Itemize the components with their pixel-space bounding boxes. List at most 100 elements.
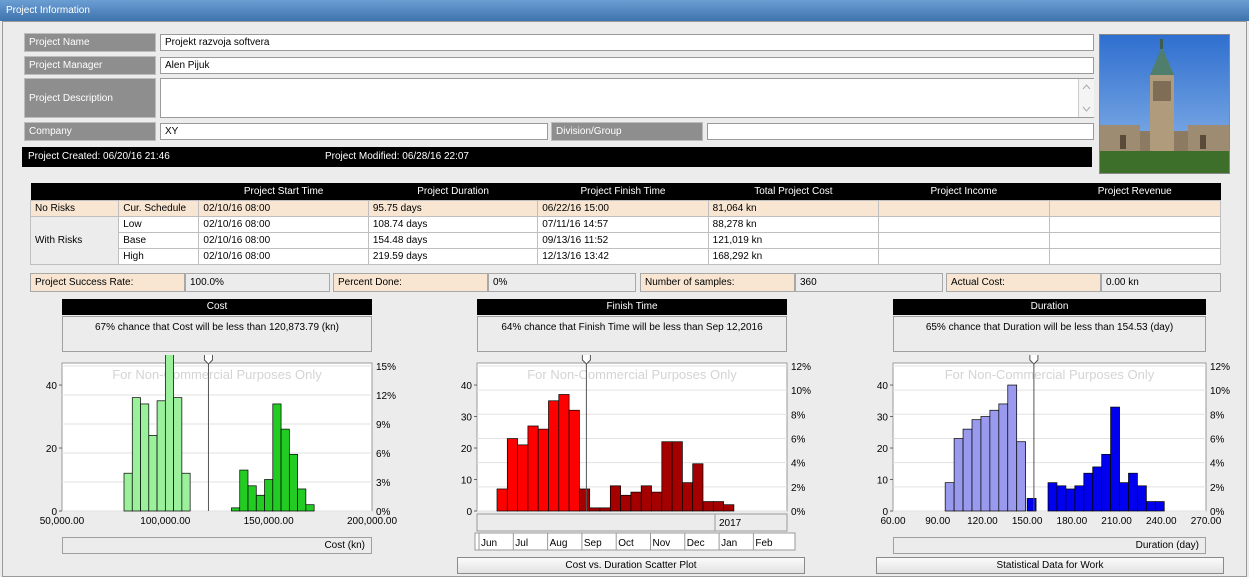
duration-chart-title: Duration — [893, 299, 1206, 315]
histogram-bar — [944, 482, 955, 512]
x-tick-label: 180.00 — [1057, 516, 1088, 527]
project-description-field[interactable] — [160, 78, 1094, 118]
table-row[interactable]: No Risks Cur. Schedule 02/10/16 08:00 95… — [29, 200, 1222, 217]
right-tick-label: 3% — [376, 478, 391, 489]
histogram-bar — [517, 444, 529, 512]
x-tick-label: 60.00 — [880, 516, 905, 527]
histogram-bar — [537, 428, 549, 512]
x-tick-label: 150.00 — [1012, 516, 1043, 527]
row-cost: 81,064 kn — [707, 200, 880, 217]
histogram-bar — [140, 403, 150, 512]
row-type: Cur. Schedule — [118, 200, 200, 217]
summary-header: Project Start Time — [198, 183, 369, 201]
company-label: Company — [24, 122, 156, 141]
row-start: 02/10/16 08:00 — [198, 232, 369, 249]
window-title: Project Information — [0, 0, 1249, 21]
project-manager-label: Project Manager — [24, 56, 156, 75]
month-label: Jan — [721, 538, 737, 549]
row-revenue — [1048, 216, 1222, 233]
histogram-bar — [620, 494, 632, 512]
histogram-bar — [496, 488, 508, 512]
cost-chart-desc: 67% chance that Cost will be less than 1… — [62, 316, 372, 352]
right-tick-label: 8% — [1210, 410, 1225, 421]
left-tick-label: 0 — [466, 507, 472, 518]
row-duration: 95.75 days — [367, 200, 539, 217]
right-tick-label: 12% — [1210, 362, 1230, 373]
histogram-bar — [164, 355, 174, 512]
statistical-data-button[interactable]: Statistical Data for Work — [876, 557, 1224, 574]
histogram-bar — [671, 441, 683, 512]
histogram-bar — [723, 504, 735, 512]
histogram-bar — [953, 438, 964, 512]
summary-header: Project Finish Time — [537, 183, 709, 201]
row-cost: 88,278 kn — [707, 216, 880, 233]
histogram-bar — [998, 403, 1009, 512]
histogram-bar — [1137, 485, 1147, 512]
month-label: Sep — [584, 538, 602, 549]
histogram-bar — [980, 416, 991, 512]
month-label: Oct — [618, 538, 634, 549]
project-name-label: Project Name — [24, 33, 156, 52]
histogram-bar — [1092, 466, 1103, 512]
right-tick-label: 0% — [791, 507, 806, 518]
row-finish: 07/11/16 14:57 — [537, 216, 709, 233]
row-start: 02/10/16 08:00 — [198, 248, 369, 265]
left-tick-label: 20 — [461, 444, 473, 455]
histogram-bar — [692, 463, 704, 512]
right-tick-label: 2% — [791, 483, 806, 494]
success-rate-value: 100.0% — [185, 273, 330, 292]
right-tick-label: 8% — [791, 410, 806, 421]
x-tick-label: 270.00 — [1191, 516, 1222, 527]
row-income — [878, 200, 1050, 217]
percent-done-label: Percent Done: — [333, 273, 488, 292]
division-label: Division/Group — [551, 122, 703, 141]
left-tick-label: 20 — [46, 444, 58, 455]
table-row[interactable]: With Risks Low 02/10/16 08:00 108.74 day… — [29, 216, 1222, 265]
description-scrollbar[interactable] — [1078, 79, 1094, 117]
watermark: For Non-Commercial Purposes Only — [527, 367, 737, 382]
year-label: 2017 — [719, 518, 742, 529]
row-group: With Risks — [29, 216, 120, 265]
histogram-bar — [702, 501, 714, 512]
actual-cost-value: 0.00 kn — [1101, 273, 1221, 292]
histogram-bar — [962, 428, 973, 512]
histogram-bar — [1083, 472, 1094, 512]
samples-value: 360 — [795, 273, 943, 292]
table-row[interactable]: Base 02/10/16 08:00 154.48 days 09/13/16… — [31, 232, 1222, 249]
table-row[interactable]: High 02/10/16 08:00 219.59 days 12/13/16… — [31, 248, 1222, 265]
histogram-bar — [148, 435, 158, 512]
x-tick-label: 210.00 — [1101, 516, 1132, 527]
month-label: Dec — [687, 538, 705, 549]
division-field[interactable] — [707, 123, 1094, 140]
histogram-bar — [264, 479, 274, 512]
summary-header — [30, 183, 119, 201]
scatter-plot-button[interactable]: Cost vs. Duration Scatter Plot — [457, 557, 805, 574]
summary-header — [118, 183, 199, 201]
project-image — [1099, 34, 1230, 174]
right-tick-label: 6% — [791, 434, 806, 445]
company-field[interactable]: XY — [160, 123, 548, 140]
right-tick-label: 12% — [376, 391, 396, 402]
row-start: 02/10/16 08:00 — [198, 200, 369, 217]
right-tick-label: 6% — [376, 449, 391, 460]
summary-table: Project Start Time Project Duration Proj… — [29, 183, 1222, 265]
x-tick-label: 150,000.00 — [244, 516, 294, 527]
summary-header: Project Revenue — [1049, 183, 1221, 201]
histogram-bar — [548, 400, 560, 512]
histogram-bar — [239, 469, 249, 512]
project-manager-field[interactable]: Alen Pijuk — [160, 57, 1094, 74]
project-name-field[interactable]: Projekt razvoja softvera — [160, 34, 1094, 51]
month-label: Nov — [653, 538, 671, 549]
duration-histogram: 0%2%4%6%8%10%12%010203040For Non-Commerc… — [877, 355, 1230, 527]
histogram-bar — [579, 488, 591, 512]
histogram-bar — [1101, 453, 1111, 512]
histogram-bar — [568, 409, 580, 512]
row-cost: 121,019 kn — [707, 232, 880, 249]
histogram-bar — [272, 403, 282, 512]
x-tick-label: 120.00 — [967, 516, 998, 527]
samples-label: Number of samples: — [640, 273, 795, 292]
histogram-bar — [558, 394, 570, 512]
right-tick-label: 12% — [791, 362, 811, 373]
watermark: For Non-Commercial Purposes Only — [945, 367, 1155, 382]
left-tick-label: 20 — [877, 444, 889, 455]
